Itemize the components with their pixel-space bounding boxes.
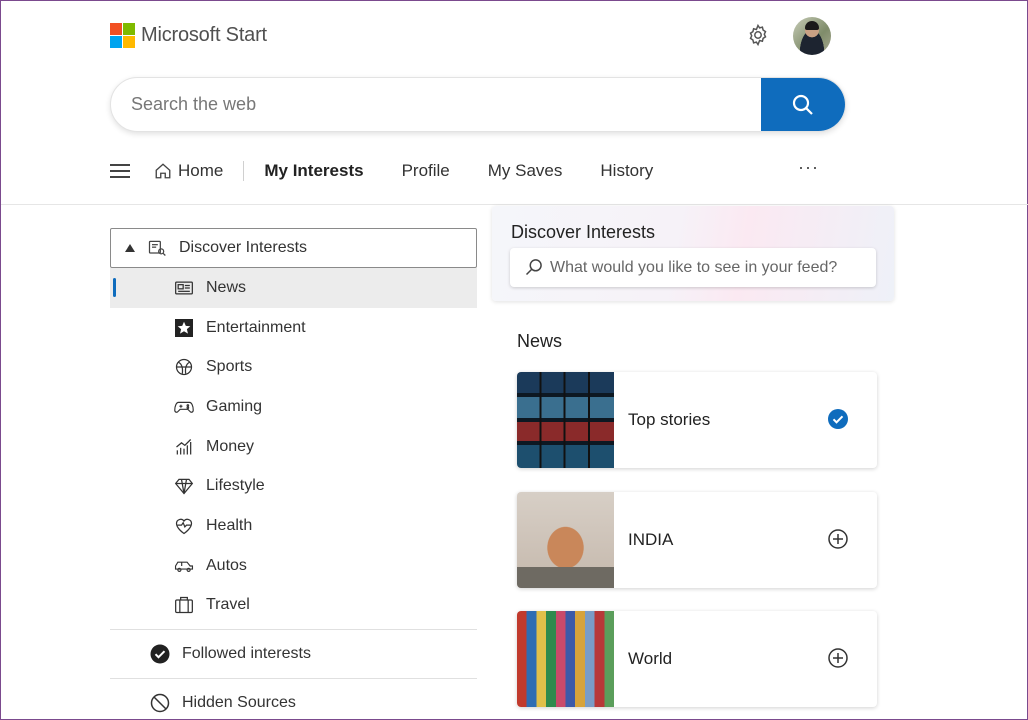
followed-interests-link[interactable]: Followed interests	[110, 630, 477, 678]
search-input[interactable]	[111, 78, 763, 131]
sidebar-item-news[interactable]: News	[110, 268, 477, 308]
sidebar-item-health[interactable]: Health	[110, 506, 477, 546]
sidebar-item-sports[interactable]: Sports	[110, 347, 477, 387]
more-options-icon[interactable]: ···	[798, 157, 819, 178]
checkmark-circle-icon	[150, 644, 170, 664]
star-icon	[174, 318, 194, 338]
add-interest-icon[interactable]	[827, 528, 849, 550]
discover-title: Discover Interests	[511, 222, 656, 242]
interests-sidebar: Discover Interests News Entertainment Sp…	[110, 228, 477, 720]
block-icon	[150, 693, 170, 713]
newspaper-icon	[174, 278, 194, 298]
discover-interests-card: Discover Interests	[492, 206, 894, 301]
search-icon	[525, 259, 542, 276]
gear-icon[interactable]	[746, 23, 770, 47]
collapse-triangle-icon	[125, 244, 135, 252]
news-section-title: News	[517, 331, 563, 351]
sidebar-item-entertainment[interactable]: Entertainment	[110, 308, 477, 348]
add-interest-icon[interactable]	[827, 647, 849, 669]
sidebar-item-travel[interactable]: Travel	[110, 586, 477, 626]
main-nav: Home My Interests Profile My Saves Histo…	[110, 157, 830, 185]
discover-interests-label: Discover Interests	[179, 239, 308, 256]
logo-text: Microsoft Start	[141, 24, 267, 46]
interest-card-top-stories[interactable]: Top stories	[517, 372, 877, 468]
interest-search-input[interactable]	[550, 248, 870, 287]
header-divider	[1, 204, 1028, 205]
card-label: INDIA	[628, 530, 674, 549]
card-label: World	[628, 649, 673, 668]
interest-card-world[interactable]: World	[517, 611, 877, 707]
diamond-icon	[174, 476, 194, 496]
nav-profile[interactable]: Profile	[402, 161, 450, 181]
web-search-bar	[110, 77, 846, 132]
sidebar-item-money[interactable]: Money	[110, 427, 477, 467]
microsoft-start-logo[interactable]: Microsoft Start	[110, 23, 267, 48]
gamepad-icon	[174, 397, 194, 417]
nav-history[interactable]: History	[600, 161, 653, 181]
home-icon	[155, 163, 171, 179]
india-thumbnail	[517, 492, 614, 588]
chart-icon	[174, 437, 194, 457]
sidebar-item-lifestyle[interactable]: Lifestyle	[110, 466, 477, 506]
search-icon	[792, 94, 813, 115]
nav-my-saves[interactable]: My Saves	[488, 161, 563, 181]
nav-separator	[243, 161, 245, 181]
search-button[interactable]	[761, 78, 845, 131]
nav-home[interactable]: Home	[154, 161, 223, 181]
hidden-sources-link[interactable]: Hidden Sources	[110, 679, 477, 720]
card-label: Top stories	[628, 410, 711, 429]
car-icon	[174, 556, 194, 576]
discover-interests-toggle[interactable]: Discover Interests	[110, 228, 477, 268]
user-avatar[interactable]	[793, 17, 831, 55]
discover-icon	[148, 240, 166, 256]
nav-my-interests[interactable]: My Interests	[264, 161, 363, 181]
suitcase-icon	[174, 595, 194, 615]
microsoft-logo-icon	[110, 23, 135, 48]
interest-search-box	[510, 248, 876, 287]
interest-card-india[interactable]: INDIA	[517, 492, 877, 588]
heart-pulse-icon	[174, 516, 194, 536]
top-stories-thumbnail	[517, 372, 614, 468]
followed-check-icon[interactable]	[827, 408, 849, 430]
world-thumbnail	[517, 611, 614, 707]
hamburger-menu-icon[interactable]	[110, 164, 130, 178]
sports-ball-icon	[174, 357, 194, 377]
sidebar-item-gaming[interactable]: Gaming	[110, 387, 477, 427]
sidebar-item-autos[interactable]: Autos	[110, 546, 477, 586]
